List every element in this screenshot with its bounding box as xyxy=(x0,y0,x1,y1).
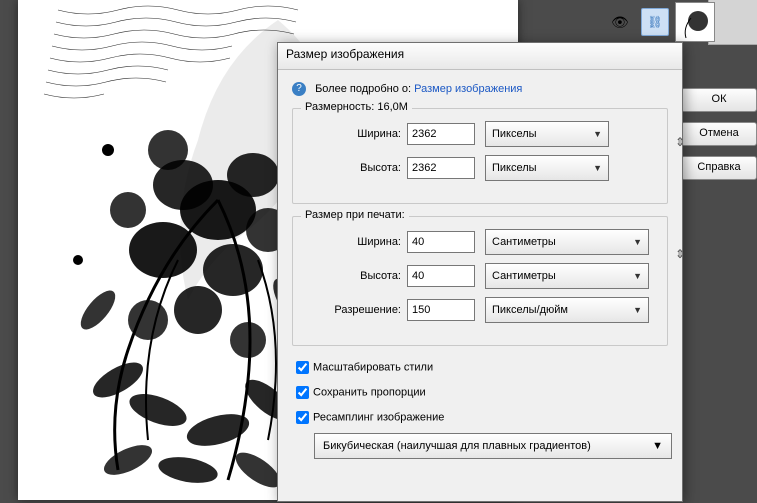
chevron-down-icon: ▼ xyxy=(593,163,602,173)
dimensions-label: Размерность: xyxy=(305,101,374,113)
chevron-down-icon: ▼ xyxy=(633,271,642,281)
layers-strip: 👁 ⛓ xyxy=(708,0,757,45)
print-width-label: Ширина: xyxy=(303,236,407,248)
print-height-input[interactable] xyxy=(407,265,475,287)
pixel-width-input[interactable] xyxy=(407,123,475,145)
resolution-label: Разрешение: xyxy=(303,304,407,316)
info-icon: ? xyxy=(292,82,306,96)
resample-label: Ресамплинг изображение xyxy=(313,411,444,423)
constrain-checkbox[interactable] xyxy=(296,386,309,399)
visibility-icon[interactable]: 👁 xyxy=(611,14,629,31)
chevron-down-icon: ▼ xyxy=(633,305,642,315)
ok-button[interactable]: ОК xyxy=(681,88,757,112)
scale-styles-label: Масштабировать стили xyxy=(313,361,433,373)
info-link[interactable]: Размер изображения xyxy=(414,83,522,95)
chevron-down-icon: ▼ xyxy=(633,237,642,247)
print-label: Размер при печати: xyxy=(301,209,409,221)
print-width-unit-select[interactable]: Сантиметры▼ xyxy=(485,229,649,255)
resample-method-select[interactable]: Бикубическая (наилучшая для плавных град… xyxy=(314,433,672,459)
info-text: Более подробно о: xyxy=(315,83,411,95)
cancel-button[interactable]: Отмена xyxy=(681,122,757,146)
pixel-width-unit-select[interactable]: Пикселы▼ xyxy=(485,121,609,147)
width-label: Ширина: xyxy=(303,128,407,140)
dialog-title: Размер изображения xyxy=(278,43,682,70)
chevron-down-icon: ▼ xyxy=(593,129,602,139)
constrain-label: Сохранить пропорции xyxy=(313,386,426,398)
pixel-height-unit-select[interactable]: Пикселы▼ xyxy=(485,155,609,181)
print-height-unit-select[interactable]: Сантиметры▼ xyxy=(485,263,649,289)
print-size-group: Размер при печати: Ширина: Сантиметры▼ В… xyxy=(292,216,668,346)
pixel-height-input[interactable] xyxy=(407,157,475,179)
file-size: 16,0M xyxy=(377,101,408,113)
print-height-label: Высота: xyxy=(303,270,407,282)
image-size-dialog: Размер изображения ? Более подробно о: Р… xyxy=(277,42,683,502)
link-print-icon[interactable]: ⇕ xyxy=(675,247,685,261)
print-width-input[interactable] xyxy=(407,231,475,253)
resolution-unit-select[interactable]: Пикселы/дюйм▼ xyxy=(485,297,649,323)
resample-checkbox[interactable] xyxy=(296,411,309,424)
resolution-input[interactable] xyxy=(407,299,475,321)
help-button[interactable]: Справка xyxy=(681,156,757,180)
pixel-dimensions-group: Размерность: 16,0M Ширина: Пикселы▼ Высо… xyxy=(292,108,668,204)
link-dimensions-icon[interactable]: ⇕ xyxy=(675,135,685,149)
height-label: Высота: xyxy=(303,162,407,174)
link-layer-icon[interactable]: ⛓ xyxy=(641,8,669,36)
scale-styles-checkbox[interactable] xyxy=(296,361,309,374)
layer-thumbnail[interactable] xyxy=(675,2,715,42)
chevron-down-icon: ▼ xyxy=(652,440,663,452)
